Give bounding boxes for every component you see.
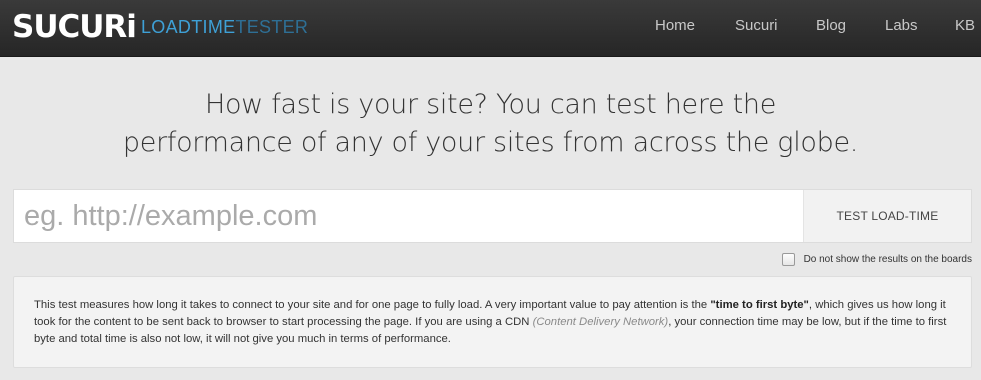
headline-line-1: How fast is your site? You can test here… [204,89,777,120]
sucuri-logo[interactable]: SUCURi [12,8,137,46]
product-name: LOADTIMETESTER [141,17,308,37]
product-name-part1: LOADTIME [141,17,236,37]
hide-results-checkbox[interactable] [781,252,795,266]
test-load-time-button[interactable]: TEST LOAD-TIME [803,190,971,242]
top-navigation-bar: SUCURi LOADTIMETESTER Home Sucuri Blog L… [0,0,981,57]
nav-sucuri-link[interactable]: Sucuri [735,17,778,35]
hide-results-label[interactable]: Do not show the results on the boards [804,254,972,265]
product-name-part2: TESTER [235,17,309,37]
nav-blog-link[interactable]: Blog [816,17,846,35]
nav-labs-link[interactable]: Labs [885,17,918,35]
page-headline: How fast is your site? You can test here… [0,86,981,162]
info-italic-note: (Content Delivery Network) [532,316,669,328]
info-text-1: This test measures how long it takes to … [34,299,711,311]
url-input[interactable] [14,190,804,242]
hide-results-option: Do not show the results on the boards [781,252,972,266]
info-bold-term: "time to first byte" [710,299,809,311]
nav-kb-link[interactable]: KB [955,17,975,35]
url-test-form: TEST LOAD-TIME [13,189,972,243]
headline-line-2: performance of any of your sites from ac… [122,127,859,158]
nav-home-link[interactable]: Home [655,17,695,35]
info-panel: This test measures how long it takes to … [13,276,972,368]
